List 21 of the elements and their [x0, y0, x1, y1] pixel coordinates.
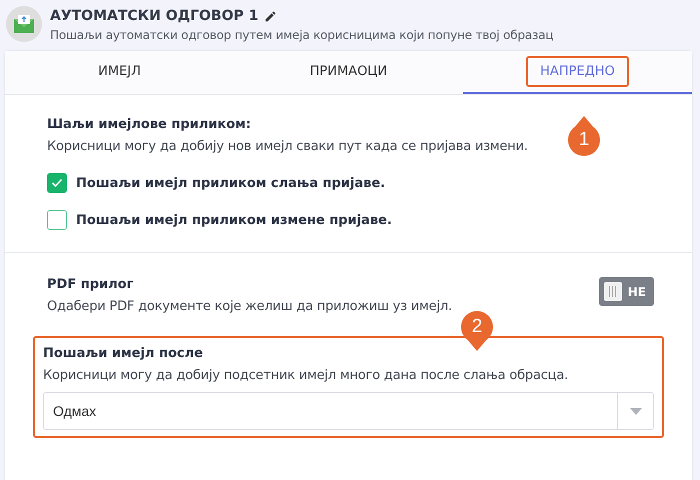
checkmark-icon — [51, 178, 63, 188]
envelope-icon — [6, 6, 42, 42]
section-description: Корисници могу да добију нов имејл сваки пут када се пријава измени. — [47, 139, 529, 154]
pencil-icon[interactable] — [264, 10, 278, 22]
section-heading: PDF прилог — [47, 277, 134, 292]
toggle-switch[interactable]: НЕ — [598, 277, 654, 306]
checkbox-label: Пошаљи имејл приликом слања пријаве. — [76, 176, 386, 190]
dropdown[interactable]: Одмах — [43, 392, 654, 430]
form-title: АУТОМАТСКИ ОДГОВОР 1 — [50, 8, 258, 24]
section-heading: Пошаљи имејл после — [43, 346, 204, 361]
form-subtitle: Пошаљи аутоматски одговор путем имеја корисницима који попуне твој образац — [50, 28, 554, 42]
tab[interactable]: ПРИМАОЦИ — [234, 51, 463, 94]
section-heading: Шаљи имејлове приликом: — [47, 117, 252, 132]
caret-icon — [630, 408, 642, 414]
checkbox[interactable] — [47, 210, 67, 230]
tab[interactable]: ИМЕЈЛ — [5, 51, 234, 94]
section-description: Корисници могу да добију подсетник имејл много дана после слања обрасца. — [43, 368, 570, 383]
checkbox[interactable] — [47, 173, 67, 193]
checkbox-label: Пошаљи имејл приликом измене пријаве. — [76, 212, 392, 228]
section-description: Одабери PDF документе које желиш да приложиш уз имејл. — [47, 299, 452, 314]
tab[interactable]: НАПРЕДНО — [463, 51, 692, 94]
